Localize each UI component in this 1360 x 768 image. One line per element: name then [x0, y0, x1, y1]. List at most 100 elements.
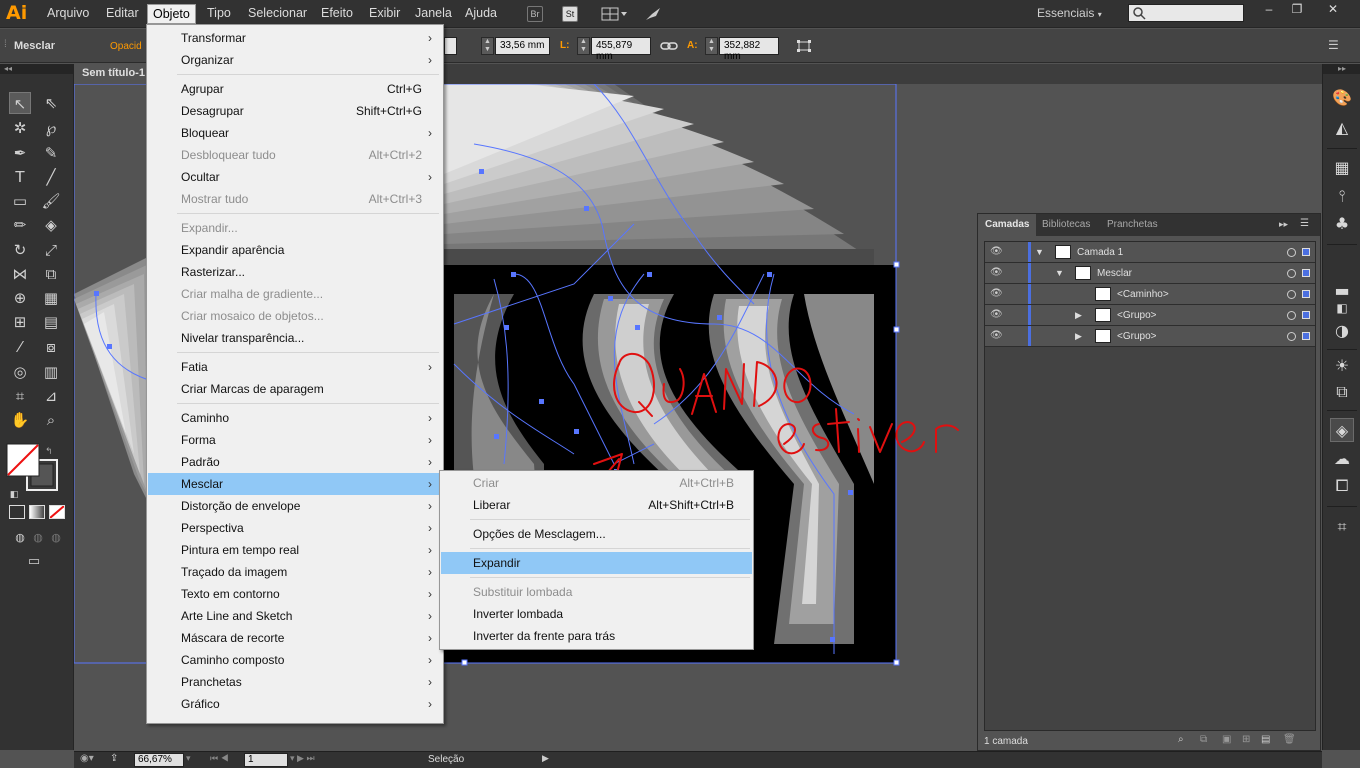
visibility-eye-icon[interactable]: 👁: [990, 330, 1003, 341]
lasso-tool-icon[interactable]: ℘: [40, 117, 62, 139]
menu-item-texto-em-contorno[interactable]: Texto em contorno ›: [148, 583, 442, 605]
layer-row[interactable]: 👁 ▶ <Grupo>: [985, 326, 1315, 347]
layers-panel-icon[interactable]: ◈: [1330, 418, 1354, 442]
eyedropper-tool-icon[interactable]: ⁄: [9, 336, 31, 358]
chevron-right-icon[interactable]: ▶: [1075, 310, 1082, 321]
arrange-documents-icon[interactable]: [601, 6, 629, 22]
link-proportions-icon[interactable]: [660, 38, 678, 57]
delete-layer-icon[interactable]: 🗑: [1283, 734, 1296, 745]
next-artboard-icon[interactable]: ▾ ▶ ⏭: [290, 753, 315, 764]
selection-tool-icon[interactable]: ↖: [9, 92, 31, 114]
free-transform-tool-icon[interactable]: ⧉: [40, 263, 62, 285]
menu-item-criar-marcas-de-aparagem[interactable]: Criar Marcas de aparagem: [148, 378, 442, 400]
stock-icon[interactable]: St: [562, 6, 578, 22]
submenu-item-substituir-lombada[interactable]: Substituir lombada: [441, 581, 752, 603]
eraser-tool-icon[interactable]: ◈: [40, 214, 62, 236]
artboards-panel-icon[interactable]: ⧠: [1330, 474, 1354, 498]
visibility-eye-icon[interactable]: 👁: [990, 288, 1003, 299]
visibility-eye-icon[interactable]: 👁: [990, 246, 1003, 257]
height-field[interactable]: 33,56 mm: [495, 37, 550, 55]
artboard-field[interactable]: 1: [244, 753, 288, 767]
menu-item-pintura-em-tempo-real[interactable]: Pintura em tempo real ›: [148, 539, 442, 561]
menu-tipo[interactable]: Tipo: [204, 6, 234, 20]
chevron-right-icon[interactable]: ▶: [1075, 331, 1082, 342]
color-panel-icon[interactable]: 🎨: [1330, 86, 1354, 110]
scale-tool-icon[interactable]: ⤢: [40, 239, 62, 261]
paintbrush-tool-icon[interactable]: 🖌: [40, 190, 62, 212]
document-tab[interactable]: Sem título-1: [74, 64, 146, 84]
slice-tool-icon[interactable]: ⊿: [40, 385, 62, 407]
menu-item-mesclar[interactable]: Mesclar ›: [148, 473, 442, 495]
symbol-sprayer-tool-icon[interactable]: ◎: [9, 361, 31, 383]
menu-selecionar[interactable]: Selecionar: [245, 6, 310, 20]
line-tool-icon[interactable]: ╱: [40, 166, 62, 188]
menu-item-criar-malha-de-gradiente[interactable]: Criar malha de gradiente...: [148, 283, 442, 305]
menu-item-criar-mosaico-de-objetos[interactable]: Criar mosaico de objetos...: [148, 305, 442, 327]
workspace-switcher[interactable]: Essenciais ▾: [1037, 6, 1102, 20]
menu-item-bloquear[interactable]: Bloquear ›: [148, 122, 442, 144]
target-circle-icon[interactable]: [1287, 269, 1296, 278]
selection-square-icon[interactable]: [1302, 269, 1310, 277]
submenu-item-criar[interactable]: Criar Alt+Ctrl+B: [441, 472, 752, 494]
menu-editar[interactable]: Editar: [103, 6, 142, 20]
dock-header[interactable]: ▸▸: [1323, 64, 1360, 74]
tab-pranchetas[interactable]: Pranchetas: [1100, 214, 1165, 236]
alt-field[interactable]: 352,882 mm: [719, 37, 779, 62]
pencil-tool-icon[interactable]: ✏: [9, 214, 31, 236]
transform-icon[interactable]: [795, 38, 813, 57]
menu-ajuda[interactable]: Ajuda: [462, 6, 500, 20]
menu-exibir[interactable]: Exibir: [366, 6, 403, 20]
first-artboard-icon[interactable]: ⏮ ◀: [210, 753, 229, 764]
bridge-icon[interactable]: Br: [527, 6, 543, 22]
draw-inside-icon[interactable]: ◍: [45, 527, 67, 549]
panel-menu-icon[interactable]: ☰: [1300, 218, 1309, 229]
graphic-styles-icon[interactable]: ⧉: [1330, 380, 1354, 404]
hand-tool-icon[interactable]: ✋: [9, 409, 31, 431]
panel-collapse-icon[interactable]: ▸▸: [1279, 219, 1288, 230]
menu-item-transformar[interactable]: Transformar ›: [148, 27, 442, 49]
menu-item-expandir[interactable]: Expandir...: [148, 217, 442, 239]
target-circle-icon[interactable]: [1287, 290, 1296, 299]
none-mode-icon[interactable]: [49, 505, 65, 519]
menu-efeito[interactable]: Efeito: [318, 6, 356, 20]
layer-row[interactable]: 👁 ▼ Camada 1: [985, 242, 1315, 263]
submenu-item-opções-de-mesclagem[interactable]: Opções de Mesclagem...: [441, 523, 752, 545]
menu-item-gráfico[interactable]: Gráfico ›: [148, 693, 442, 715]
target-circle-icon[interactable]: [1287, 332, 1296, 341]
alt-stepper[interactable]: ▲ ▼: [705, 37, 718, 55]
rectangle-tool-icon[interactable]: ▭: [9, 190, 31, 212]
color-guide-icon[interactable]: ◭: [1330, 116, 1354, 140]
artboard-tool-icon[interactable]: ⌗: [9, 385, 31, 407]
y-field-stub[interactable]: [444, 37, 457, 55]
submenu-item-inverter-lombada[interactable]: Inverter lombada: [441, 603, 752, 625]
selection-square-icon[interactable]: [1302, 248, 1310, 256]
curvature-tool-icon[interactable]: ✎: [40, 142, 62, 164]
layer-row[interactable]: 👁 ▼ Mesclar: [985, 263, 1315, 284]
symbols-icon[interactable]: ♣: [1330, 212, 1354, 236]
menu-item-máscara-de-recorte[interactable]: Máscara de recorte ›: [148, 627, 442, 649]
menu-item-arte-line-and-sketch[interactable]: Arte Line and Sketch ›: [148, 605, 442, 627]
selection-square-icon[interactable]: [1302, 311, 1310, 319]
menu-item-expandir-aparência[interactable]: Expandir aparência: [148, 239, 442, 261]
target-circle-icon[interactable]: [1287, 248, 1296, 257]
panel-menu-icon[interactable]: ☰: [1328, 38, 1339, 52]
gpu-rocket-icon[interactable]: [644, 6, 662, 22]
menu-item-ocultar[interactable]: Ocultar ›: [148, 166, 442, 188]
width-tool-icon[interactable]: ⋈: [9, 263, 31, 285]
menu-item-organizar[interactable]: Organizar ›: [148, 49, 442, 71]
new-layer-icon[interactable]: ▤: [1261, 734, 1270, 745]
zoom-tool-icon[interactable]: ⌕: [40, 409, 62, 431]
brushes-icon[interactable]: ⫯: [1330, 184, 1354, 208]
libraries-panel-icon[interactable]: ☁: [1330, 447, 1354, 471]
locate-object-icon[interactable]: ⌕: [1178, 734, 1184, 745]
color-mode-icon[interactable]: [9, 505, 25, 519]
zoom-dropdown-icon[interactable]: ▾: [186, 753, 191, 764]
menu-janela[interactable]: Janela: [412, 6, 455, 20]
height-stepper[interactable]: ▲ ▼: [481, 37, 494, 55]
width-field[interactable]: 455,879 mm: [591, 37, 651, 62]
rotate-tool-icon[interactable]: ↻: [9, 239, 31, 261]
gradient-tool-icon[interactable]: ▤: [40, 311, 62, 333]
menu-item-forma[interactable]: Forma ›: [148, 429, 442, 451]
type-tool-icon[interactable]: T: [9, 166, 31, 188]
appearance-panel-icon[interactable]: ☀: [1330, 354, 1354, 378]
